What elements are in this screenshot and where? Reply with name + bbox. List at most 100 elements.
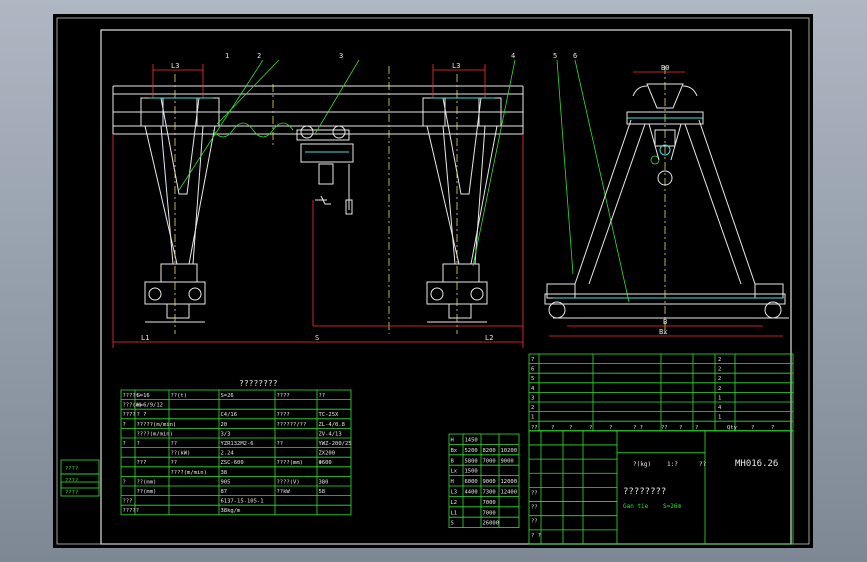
label-bx: Bx — [659, 328, 667, 336]
parts-header-cell: ? — [771, 425, 774, 431]
spec-cell: ????? — [123, 508, 140, 514]
spec-cell: YZR132M2-6 — [221, 441, 254, 447]
parts-item-qty: 2 — [718, 386, 721, 392]
parts-item-no: 3 — [531, 395, 534, 401]
callout-1: 1 — [225, 52, 229, 60]
dim-cell: 26000 — [483, 521, 500, 527]
label-l2: L2 — [485, 334, 493, 342]
dim-cell: Bx — [451, 448, 458, 454]
spec-cell: ??? — [137, 460, 147, 466]
label-l3-left: L3 — [171, 62, 179, 70]
left-wheel-a — [148, 287, 162, 301]
callout-5: 5 — [553, 52, 557, 60]
leader-6 — [574, 59, 630, 303]
tb-side-label: ?? — [531, 519, 538, 525]
parts-header-cell: ? ? — [633, 425, 643, 431]
parts-item-qty: 1 — [718, 395, 721, 401]
spec-cell: H=6/9/12 — [137, 403, 164, 409]
parts-item-no: 7 — [531, 357, 534, 363]
spec-cell: ? — [137, 441, 140, 447]
left-wheel-housing — [166, 303, 190, 319]
hook-block — [318, 163, 334, 185]
spec-cell: 6137-15-105-1 — [221, 499, 264, 505]
trolley-frame — [296, 129, 350, 141]
side-leg-left-outer — [574, 119, 632, 285]
spec-cell: ???? — [277, 393, 290, 399]
label-l1: L1 — [141, 334, 149, 342]
dim-cell: 5200 — [465, 448, 478, 454]
spec-cell: G=16 — [137, 393, 150, 399]
drawing-subtitle-left: Gan tie — [623, 503, 649, 510]
right-saddle — [442, 263, 480, 283]
stamp-3: ???? — [65, 490, 78, 496]
spec-cell: 2.24 — [221, 451, 235, 457]
spec-cell: YWZ-200/25 — [319, 441, 352, 447]
parts-item-no: 2 — [531, 405, 534, 411]
label-s: S — [315, 334, 319, 342]
spec-cell: ZV-4/13 — [319, 431, 342, 437]
spec-cell: 3/3 — [221, 431, 231, 437]
drawing-subtitle-right: S=26m — [663, 503, 681, 510]
dim-cell: L2 — [451, 500, 458, 506]
tb-side-label: ?? — [531, 490, 538, 496]
spec-cell: 380 — [319, 479, 329, 485]
spec-cell: Φ600 — [319, 460, 332, 466]
dim-cell: 12400 — [501, 490, 518, 496]
drawing-sheet: L3 L3 L1 S L2 B0 B Bx 1 2 3 4 5 6 ??????… — [53, 14, 813, 548]
spec-cell: ?? — [171, 460, 178, 466]
cable-festoon — [212, 122, 294, 138]
dim-cell: H — [451, 479, 454, 485]
leader-2 — [216, 59, 280, 125]
spec-cell: 38 — [221, 470, 228, 476]
spec-cell: ??? — [123, 499, 133, 505]
tb-side-label: ? ? — [531, 533, 541, 539]
spec-cell: ??????/?? — [277, 422, 307, 428]
dim-cell: S — [451, 521, 454, 527]
parts-item-no: 1 — [531, 415, 534, 421]
dim-cell: H — [451, 438, 454, 444]
parts-header-cell: ? — [679, 425, 682, 431]
left-leg-outer — [144, 125, 178, 265]
parts-item-qty: 2 — [718, 367, 721, 373]
drawing-number: MH016.26 — [735, 459, 778, 469]
right-leg — [422, 97, 502, 265]
dim-cell: 7000 — [483, 510, 496, 516]
dim-cell: 9000 — [483, 479, 496, 485]
left-wheel-b — [188, 287, 202, 301]
spec-cell: C4/16 — [221, 412, 238, 418]
trolley-wheel-b — [332, 125, 346, 139]
parts-header-cell: ?? — [661, 425, 668, 431]
side-trolley-right — [670, 123, 682, 161]
spec-cell: ?? — [171, 441, 178, 447]
trolley-wheel-a — [300, 125, 314, 139]
callout-6: 6 — [573, 52, 577, 60]
spec-cell: 905 — [221, 479, 231, 485]
drawing-title: ???????? — [623, 487, 666, 497]
leader-4 — [472, 59, 516, 267]
parts-item-qty: 1 — [718, 415, 721, 421]
dim-cell: 7300 — [483, 490, 496, 496]
left-saddle — [160, 263, 198, 283]
stamp-2: ???? — [65, 478, 78, 484]
parts-item-no: 4 — [531, 386, 535, 392]
dim-cell: 5800 — [465, 458, 478, 464]
spec-cell: 38kg/m — [221, 508, 242, 514]
parts-header-cell: ? — [589, 425, 592, 431]
page-count: ?? — [699, 461, 707, 468]
tb-side-label: ?? — [531, 505, 538, 511]
side-trolley-left — [648, 123, 660, 161]
side-end-block-right — [754, 283, 784, 299]
parts-item-no: 5 — [531, 376, 534, 382]
dim-cell: 6000 — [465, 479, 478, 485]
spec-cell: 58 — [319, 489, 326, 495]
right-wheel-a — [430, 287, 444, 301]
spec-cell: ??(t) — [171, 393, 188, 399]
spec-cell: ????(m/min) — [171, 470, 207, 476]
spec-cell: ???? — [123, 412, 136, 418]
left-stamps: ???? ???? ???? — [65, 466, 78, 496]
side-end-block-left — [546, 283, 576, 299]
right-wheel-b — [470, 287, 484, 301]
leader-1 — [178, 59, 264, 191]
parts-header-cell: ? — [751, 425, 754, 431]
leader-3 — [314, 59, 360, 135]
